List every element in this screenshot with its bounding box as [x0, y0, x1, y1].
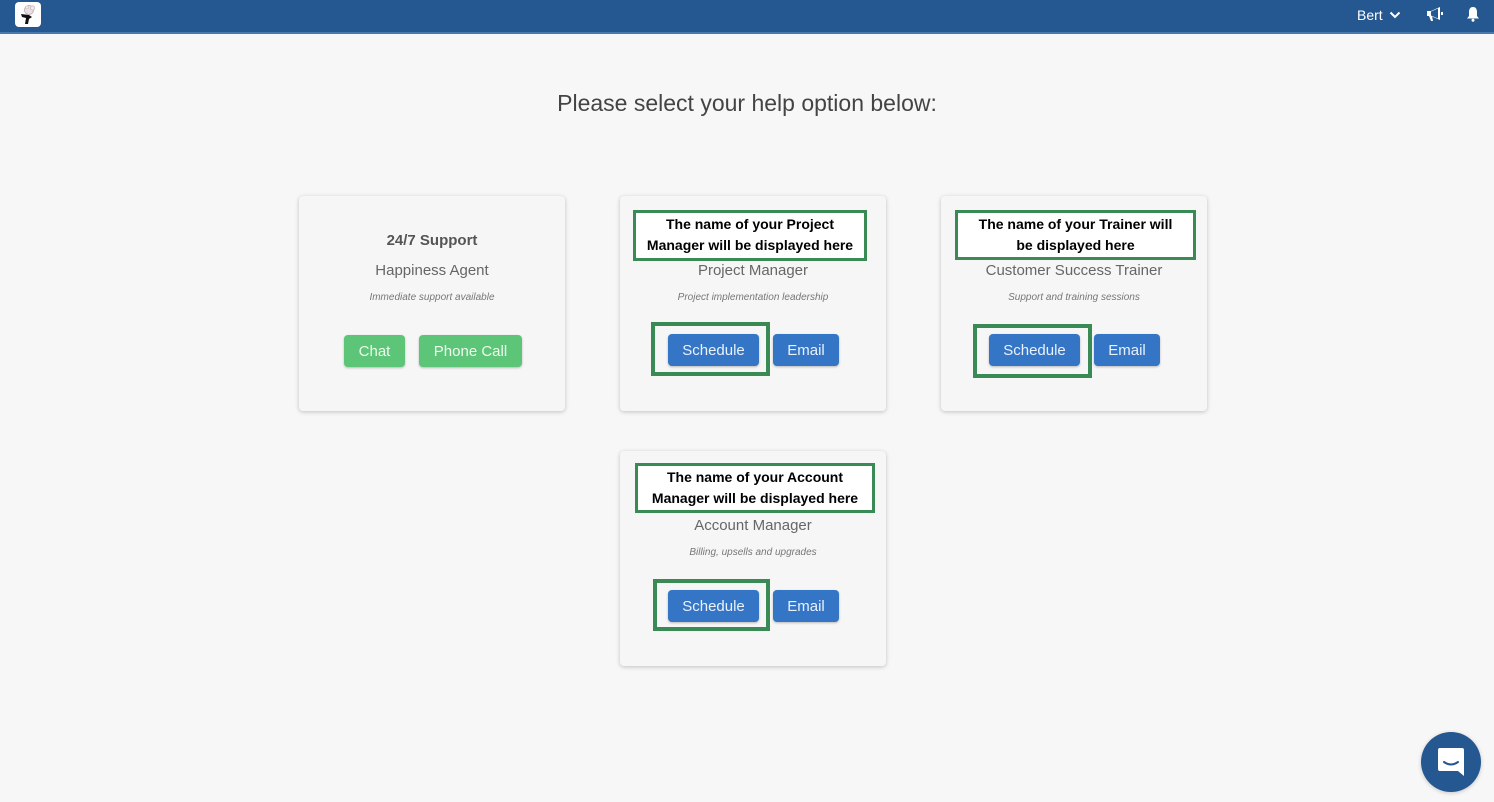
card-role: Customer Success Trainer: [985, 262, 1163, 279]
support-card-account-manager: The name of your Account Manager will be…: [620, 451, 886, 666]
name-placeholder-line: The name of your Account: [666, 469, 844, 485]
schedule-button[interactable]: Schedule: [668, 334, 759, 366]
megaphone-icon[interactable]: [1426, 6, 1444, 22]
phone-call-button[interactable]: Phone Call: [419, 335, 522, 367]
page-title: Please select your help option below:: [557, 90, 937, 116]
user-menu[interactable]: Bert: [1357, 5, 1401, 25]
user-name: Bert: [1357, 7, 1383, 23]
card-description: Immediate support available: [369, 292, 495, 303]
schedule-button[interactable]: Schedule: [668, 590, 759, 622]
name-placeholder-annotation: The name of your Project Manager will be…: [633, 210, 867, 261]
app-logo-icon[interactable]: [15, 2, 41, 27]
email-button[interactable]: Email: [773, 590, 839, 622]
support-card-customer-success-trainer: The name of your Trainer will be display…: [941, 196, 1207, 411]
support-card-happiness-agent: 24/7 Support Happiness Agent Immediate s…: [299, 196, 565, 411]
card-role: Project Manager: [697, 262, 809, 279]
name-placeholder-line: be displayed here: [1016, 237, 1135, 253]
bell-icon[interactable]: [1465, 6, 1483, 22]
schedule-button[interactable]: Schedule: [989, 334, 1080, 366]
name-placeholder-line: Manager will be displayed here: [651, 490, 859, 506]
name-placeholder-annotation: The name of your Trainer will be display…: [955, 210, 1196, 260]
name-placeholder-line: Manager will be displayed here: [646, 237, 854, 253]
name-placeholder-line: The name of your Trainer will: [978, 216, 1173, 232]
support-card-project-manager: The name of your Project Manager will be…: [620, 196, 886, 411]
card-role: Account Manager: [694, 517, 812, 534]
name-placeholder-line: The name of your Project: [665, 216, 835, 232]
chevron-down-icon: [1389, 11, 1400, 19]
chat-button[interactable]: Chat: [344, 335, 405, 367]
card-description: Billing, upsells and upgrades: [689, 547, 817, 558]
card-description: Support and training sessions: [1008, 292, 1140, 303]
email-button[interactable]: Email: [1094, 334, 1160, 366]
card-heading: 24/7 Support: [386, 232, 478, 249]
card-role: Happiness Agent: [375, 262, 489, 279]
name-placeholder-annotation: The name of your Account Manager will be…: [635, 463, 875, 513]
top-navigation-bar: Bert: [0, 0, 1494, 34]
card-description: Project implementation leadership: [677, 292, 829, 303]
chat-bubble-icon: [1438, 748, 1464, 776]
chat-widget-button[interactable]: [1421, 732, 1481, 792]
email-button[interactable]: Email: [773, 334, 839, 366]
